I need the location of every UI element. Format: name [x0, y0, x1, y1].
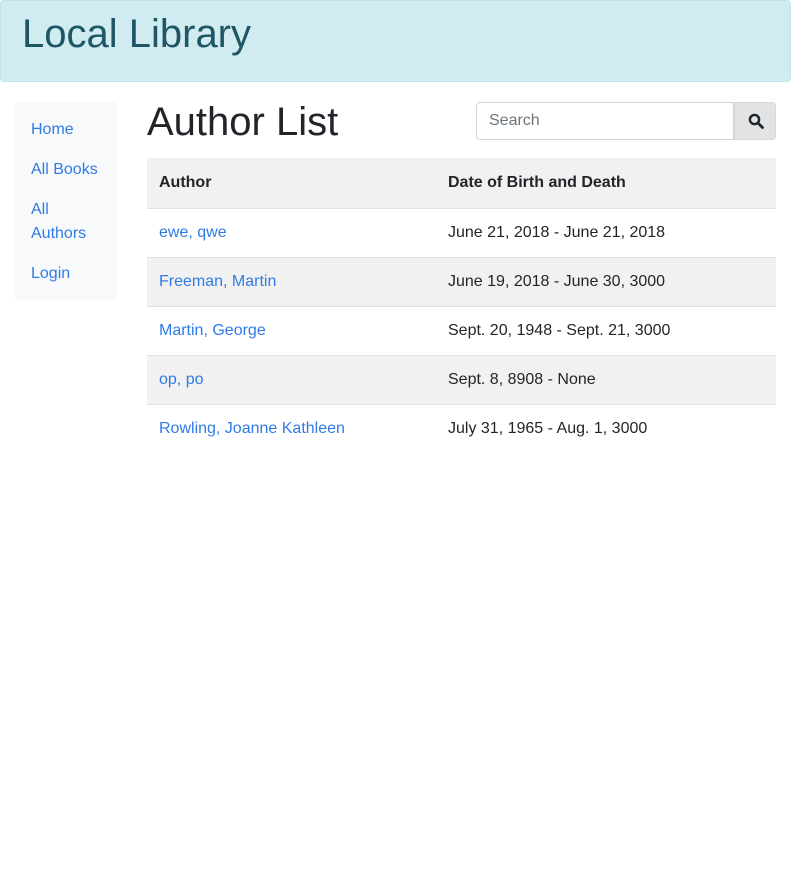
- author-link[interactable]: Freeman, Martin: [159, 273, 276, 290]
- dates-cell: June 21, 2018 - June 21, 2018: [448, 223, 666, 241]
- dates-cell: July 31, 1965 - Aug. 1, 3000: [448, 419, 648, 437]
- table-row: Freeman, Martin June 19, 2018 - June 30,…: [147, 257, 776, 306]
- sidebar-item-home[interactable]: Home: [31, 118, 111, 142]
- sidebar-item-all-authors[interactable]: All Authors: [31, 198, 95, 246]
- author-link[interactable]: Martin, George: [159, 322, 266, 339]
- author-cell: op, po: [147, 355, 436, 404]
- author-link[interactable]: ewe, qwe: [159, 224, 227, 241]
- sidebar-item-login[interactable]: Login: [31, 262, 111, 286]
- dates-cell: Sept. 8, 8908 - None: [448, 370, 596, 388]
- column-header-dates: Date of Birth and Death: [448, 173, 626, 191]
- sidebar-nav: Home All Books All Authors Login: [15, 102, 117, 301]
- site-banner: Local Library: [0, 0, 791, 82]
- author-cell: Rowling, Joanne Kathleen: [147, 404, 436, 453]
- page-title: Author List: [147, 100, 339, 144]
- author-cell: Martin, George: [147, 306, 436, 355]
- search-button[interactable]: [734, 102, 776, 140]
- author-cell: ewe, qwe: [147, 208, 436, 257]
- table-header-row: Author Date of Birth and Death: [147, 158, 776, 208]
- table-row: ewe, qwe June 21, 2018 - June 21, 2018: [147, 208, 776, 257]
- author-table: Author Date of Birth and Death ewe, qwe …: [147, 158, 776, 453]
- search-icon: [748, 113, 764, 129]
- author-link[interactable]: Rowling, Joanne Kathleen: [159, 420, 345, 437]
- author-link[interactable]: op, po: [159, 371, 203, 388]
- table-row: op, po Sept. 8, 8908 - None: [147, 355, 776, 404]
- search-input[interactable]: [476, 102, 734, 140]
- column-header-author: Author: [159, 173, 212, 191]
- site-title: Local Library: [22, 12, 252, 56]
- dates-cell: June 19, 2018 - June 30, 3000: [448, 272, 666, 290]
- author-cell: Freeman, Martin: [147, 257, 436, 306]
- dates-cell: Sept. 20, 1948 - Sept. 21, 3000: [448, 321, 671, 339]
- table-row: Martin, George Sept. 20, 1948 - Sept. 21…: [147, 306, 776, 355]
- table-row: Rowling, Joanne Kathleen July 31, 1965 -…: [147, 404, 776, 453]
- sidebar-item-all-books[interactable]: All Books: [31, 158, 111, 182]
